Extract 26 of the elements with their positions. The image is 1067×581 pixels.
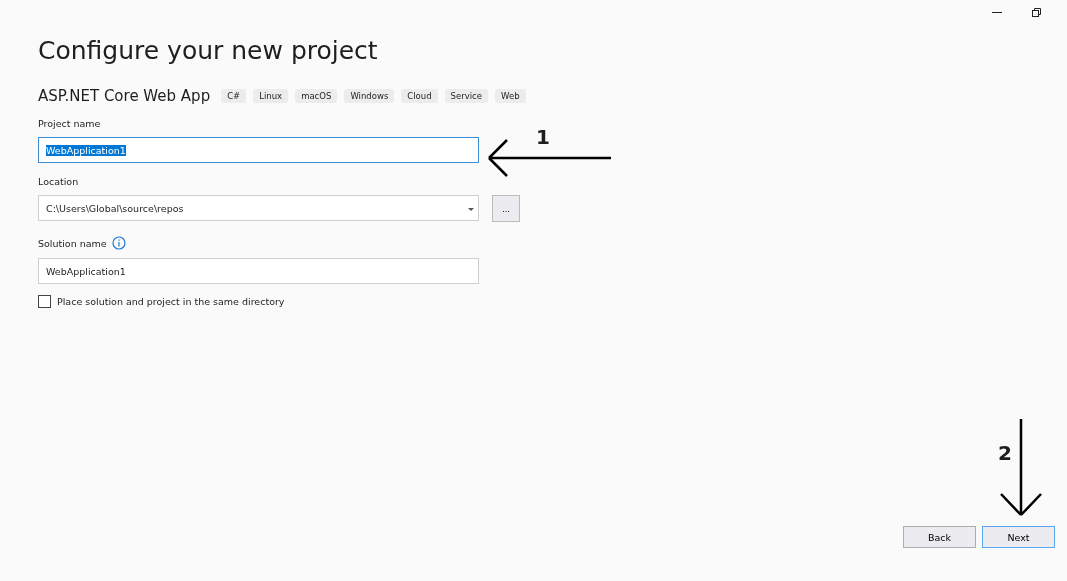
field-label: Solution name [38, 237, 107, 249]
minimize-icon[interactable] [992, 11, 1002, 14]
field-label: Project name [38, 118, 102, 129]
annotation-number: 2 [998, 443, 1012, 463]
template-name: ASP.NET Core Web App [38, 87, 211, 105]
dialog-button[interactable]: Next [982, 526, 1055, 548]
tag: Linux [253, 89, 289, 103]
location-dropdown[interactable]: C:\Users\Global\source\repos [38, 195, 479, 221]
page-title: Configure your new project [38, 35, 379, 67]
solution-name-field[interactable]: WebApplication1 [38, 258, 479, 284]
field-label: Location [38, 176, 80, 187]
checkbox-label[interactable]: Place solution and project in the same directory [57, 296, 285, 307]
dropdown-caret-icon [468, 208, 474, 211]
tag: macOS [295, 89, 338, 103]
checkbox[interactable] [38, 295, 51, 308]
info-icon[interactable] [111, 236, 126, 250]
restore-icon[interactable] [1032, 8, 1041, 17]
dialog-button[interactable]: Back [903, 526, 976, 548]
annotation-number: 1 [536, 127, 550, 147]
tag: Cloud [401, 89, 438, 103]
browse-button[interactable]: ... [492, 195, 520, 222]
tag: Web [495, 89, 526, 103]
tag: Windows [344, 89, 395, 103]
tag: C# [221, 89, 247, 103]
project-name-field[interactable]: WebApplication1 [38, 137, 479, 163]
tag: Service [444, 89, 489, 103]
